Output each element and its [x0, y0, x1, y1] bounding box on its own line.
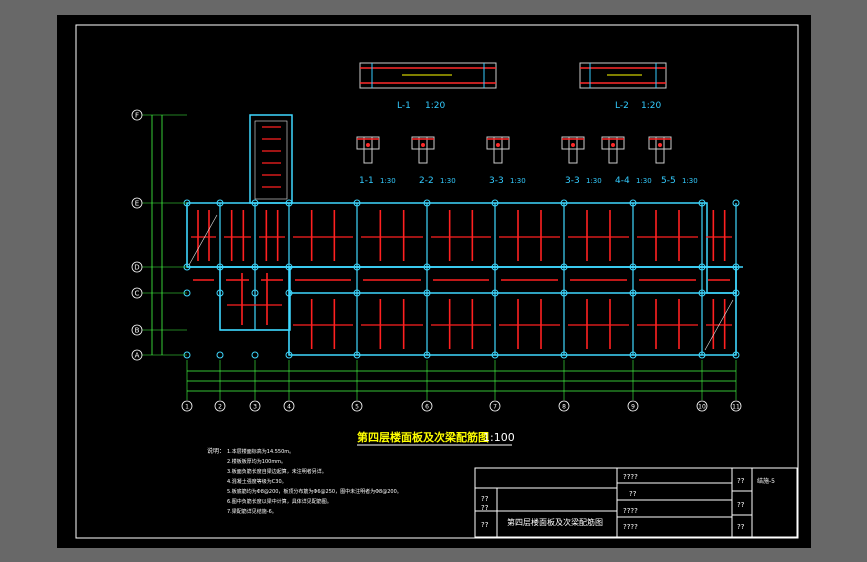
column-node	[216, 351, 224, 359]
detail-label: 5-5	[661, 176, 676, 186]
title-cell: ??	[481, 504, 489, 512]
plan-scale: 1:100	[483, 431, 515, 444]
detail-3-3a: 3-3 1:30	[486, 136, 526, 186]
beam-section-l2: L-2 1:20	[579, 62, 667, 111]
axis-label-9: 9	[631, 404, 635, 411]
title-cell: ??	[737, 523, 745, 531]
title-cell: ??	[629, 490, 637, 498]
axis-label-10: 10	[698, 404, 706, 411]
title-cell: ??	[481, 521, 489, 529]
detail-scale: 1:30	[510, 177, 526, 185]
note-line: 5.板底筋均为Φ8@200，板顶分布筋为Φ6@250，图中未注明者为Φ8@200…	[227, 488, 402, 495]
axis-label-C: C	[135, 290, 140, 298]
beam-l1-scale: 1:20	[425, 101, 445, 111]
axis-label-F: F	[135, 112, 139, 120]
beam-section-l1: L-1 1:20	[359, 62, 497, 111]
axis-label-4: 4	[287, 404, 291, 411]
note-line: 1.本层楼面标高为14.550m。	[227, 448, 294, 455]
stair-block	[249, 114, 293, 204]
beam-l1-label: L-1	[397, 101, 411, 111]
title-cell: ??	[737, 477, 745, 485]
axis-label-11: 11	[732, 404, 740, 411]
note-line: 2.楼板板厚均为100mm。	[227, 458, 286, 465]
axis-label-3: 3	[253, 404, 257, 411]
axis-label-1: 1	[185, 404, 189, 411]
axis-label-B: B	[135, 327, 140, 335]
title-cell: ??	[737, 501, 745, 509]
beam-l2-label: L-2	[615, 101, 629, 111]
detail-scale: 1:30	[636, 177, 652, 185]
stair-diagonal	[188, 214, 218, 266]
column-node	[251, 351, 259, 359]
detail-label: 3-3	[489, 176, 504, 186]
beam-l2-scale: 1:20	[641, 101, 661, 111]
drawing-sheet: L-1 1:20 L-2 1:20 1-1 1:30 2-2 1:30 3-3 …	[57, 15, 811, 548]
note-line: 6.图中负筋长度以梁中计算，具体详见配筋图。	[227, 498, 332, 505]
detail-3-3b: 3-3 1:30	[561, 136, 602, 186]
axis-label-8: 8	[562, 404, 566, 411]
detail-1-1: 1-1 1:30	[356, 136, 396, 186]
detail-label: 2-2	[419, 176, 434, 186]
design-notes: 说明： 1.本层楼面标高为14.550m。 2.楼板板厚均为100mm。 3.板…	[207, 447, 402, 515]
detail-scale: 1:30	[380, 177, 396, 185]
detail-label: 1-1	[359, 176, 374, 186]
detail-scale: 1:30	[586, 177, 602, 185]
plan-title: 第四层楼面板及次梁配筋图	[357, 430, 489, 444]
detail-5-5: 5-5 1:30	[648, 136, 698, 186]
axis-label-7: 7	[493, 404, 497, 411]
title-cell: ????	[623, 523, 638, 531]
notes-heading: 说明：	[207, 447, 225, 455]
detail-label: 3-3	[565, 176, 580, 186]
title-cell: ????	[623, 507, 638, 515]
detail-label: 4-4	[615, 176, 630, 186]
drawing-canvas: L-1 1:20 L-2 1:20 1-1 1:30 2-2 1:30 3-3 …	[75, 24, 799, 539]
detail-2-2: 2-2 1:30	[411, 136, 456, 186]
wing-upper	[186, 202, 708, 268]
floor-plan: F E D C B A 1 2 3 4 5 6 7 8 9 10 11	[131, 109, 743, 412]
axis-label-D: D	[134, 264, 139, 272]
axis-label-5: 5	[355, 404, 359, 411]
title-drawing-name: 第四层楼面板及次梁配筋图	[507, 517, 603, 527]
detail-4-4: 4-4 1:30	[601, 136, 652, 186]
note-line: 7.梁配筋详见结施-6。	[227, 508, 277, 515]
note-line: 3.板面负筋长度自梁边起算，未注明者另详。	[227, 468, 327, 475]
note-line: 4.混凝土强度等级为C30。	[227, 478, 287, 485]
axis-label-2: 2	[218, 404, 222, 411]
detail-scale: 1:30	[682, 177, 698, 185]
axis-label-A: A	[135, 352, 140, 360]
axis-label-E: E	[135, 200, 139, 208]
detail-scale: 1:30	[440, 177, 456, 185]
title-cell: ????	[623, 473, 638, 481]
axis-label-6: 6	[425, 404, 429, 411]
title-cell: ??	[481, 495, 489, 503]
title-drawing-number: 结施-5	[757, 477, 775, 485]
